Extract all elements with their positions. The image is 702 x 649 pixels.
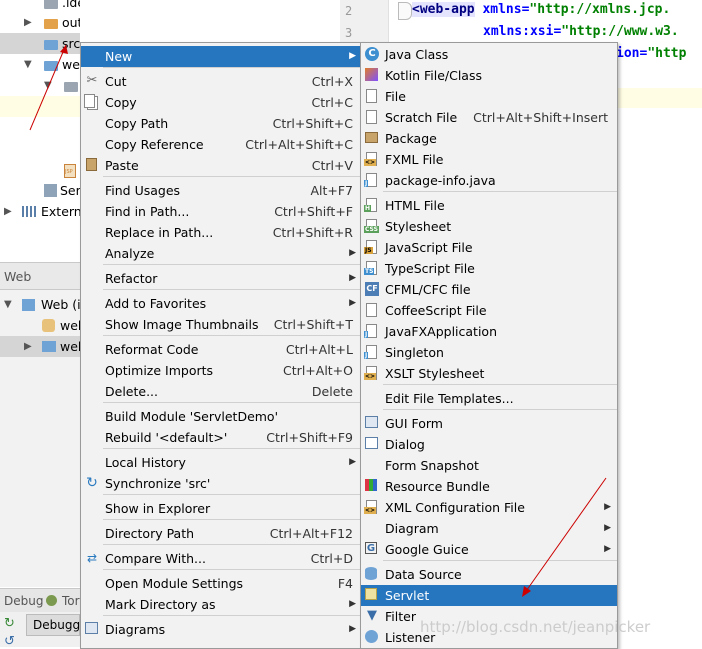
arrowhead-icon (522, 586, 531, 597)
annotation-arrows (29, 44, 607, 597)
annotation-arrow-servlet (523, 477, 607, 595)
annotation-arrow-src (29, 44, 67, 131)
arrowhead-icon (60, 45, 68, 54)
